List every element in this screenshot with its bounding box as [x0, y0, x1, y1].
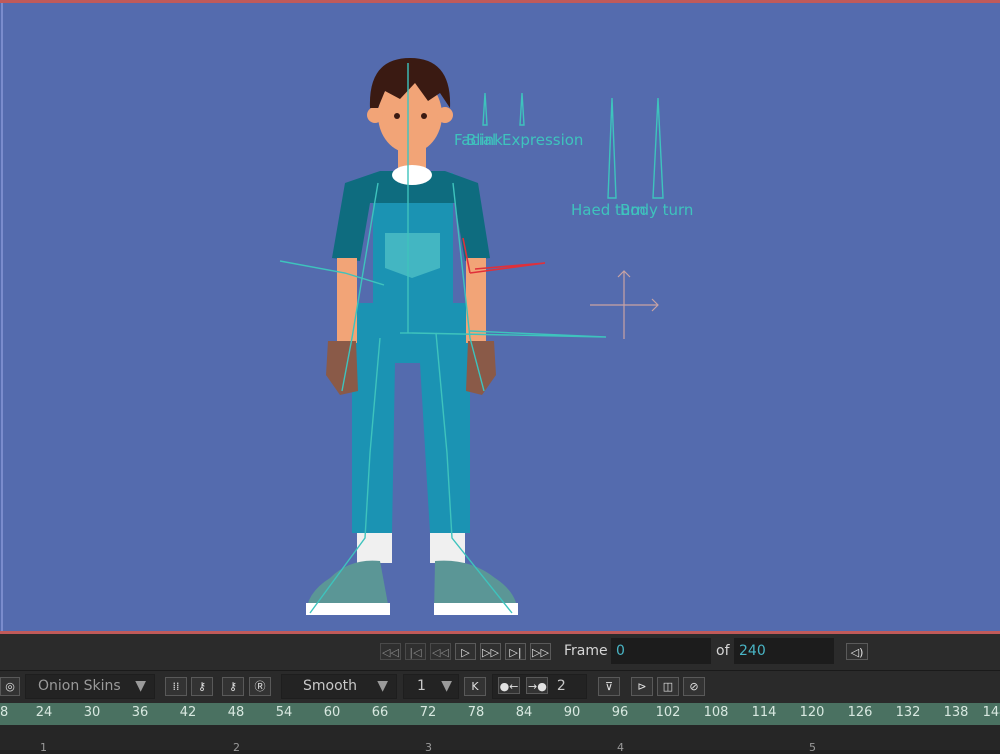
ruler-tick: 18 — [0, 705, 9, 720]
interp-count-value: 1 — [417, 678, 426, 694]
interpolation-dropdown[interactable]: Smooth ▼ — [281, 674, 397, 699]
key-icon[interactable]: ⚷ — [222, 677, 244, 696]
chevron-down-icon: ▼ — [377, 678, 388, 694]
ruler-tick: 120 — [799, 705, 825, 720]
ruler-tick: 138 — [943, 705, 969, 720]
ruler-tick: 114 — [751, 705, 777, 720]
key-step-control[interactable]: ●← →● 2 — [492, 674, 587, 699]
timeline-toolbar: ◎ Onion Skins ▼ ⁞⁞ ⚷ ⚷ Ⓡ Smooth ▼ 1 ▼ K … — [0, 671, 1000, 703]
ruler-tick: 72 — [419, 705, 437, 720]
character-scene — [279, 58, 664, 615]
chevron-down-icon: ▼ — [135, 678, 146, 694]
ruler-tick: 144 — [982, 705, 1000, 720]
ruler-tick: 60 — [323, 705, 341, 720]
delete-key-icon[interactable]: ⊘ — [683, 677, 705, 696]
speaker-icon[interactable]: ◁) — [846, 643, 868, 660]
frame-label: Frame — [564, 643, 608, 659]
total-frames-input[interactable]: 240 — [734, 638, 834, 664]
frame-ruler[interactable]: 18 24 30 36 42 48 54 60 66 72 78 84 90 9… — [0, 703, 1000, 725]
frame-input[interactable]: 0 — [611, 638, 711, 664]
camera-icon[interactable]: ◫ — [657, 677, 679, 696]
play-icon[interactable]: ▷ — [455, 643, 476, 660]
of-label: of — [716, 643, 730, 659]
ruler-tick: 78 — [467, 705, 485, 720]
bone-label-blink[interactable]: Blink — [466, 131, 503, 149]
step-back-key-icon[interactable]: |◁ — [405, 643, 426, 660]
ruler-tick: 108 — [703, 705, 729, 720]
keyframe-k-icon[interactable]: K — [464, 677, 486, 696]
ruler-tick: 84 — [515, 705, 533, 720]
bone-label-body-turn[interactable]: Body turn — [620, 201, 693, 219]
ruler-tick: 102 — [655, 705, 681, 720]
ruler-tick: 90 — [563, 705, 581, 720]
key-auto-icon[interactable]: ⚷ — [191, 677, 213, 696]
ruler-tick: 54 — [275, 705, 293, 720]
step-back-icon[interactable]: ◁◁ — [430, 643, 451, 660]
step-forward-icon[interactable]: ▷▷ — [480, 643, 501, 660]
second-marker: 2 — [233, 741, 240, 754]
transport-bar: ◁◁ |◁ ◁◁ ▷ ▷▷ ▷| ▷▷ Frame 0 of 240 ◁) — [0, 634, 1000, 671]
fast-forward-icon[interactable]: ▷▷ — [530, 643, 551, 660]
ruler-tick: 66 — [371, 705, 389, 720]
timeline-track-area[interactable]: 1 2 3 4 5 — [0, 725, 1000, 754]
bone-label-expression[interactable]: Expression — [502, 131, 583, 149]
insert-key-icon[interactable]: ⊽ — [598, 677, 620, 696]
reset-icon[interactable]: Ⓡ — [249, 677, 271, 696]
prev-key-icon[interactable]: ●← — [498, 677, 520, 694]
second-marker: 3 — [425, 741, 432, 754]
stage-canvas[interactable]: Facial Blink Expression Haed turn Body t… — [0, 0, 1000, 634]
onion-skin-icon[interactable]: ◎ — [0, 677, 20, 696]
interp-count-dropdown[interactable]: 1 ▼ — [403, 674, 459, 699]
next-key-icon[interactable]: →● — [526, 677, 549, 694]
ruler-tick: 36 — [131, 705, 149, 720]
bone-filter-icon[interactable]: ⊳ — [631, 677, 653, 696]
rewind-icon[interactable]: ◁◁ — [380, 643, 401, 660]
chevron-down-icon: ▼ — [441, 678, 452, 694]
keys-grid-icon[interactable]: ⁞⁞ — [165, 677, 187, 696]
ruler-tick: 30 — [83, 705, 101, 720]
ruler-tick: 132 — [895, 705, 921, 720]
ruler-tick: 96 — [611, 705, 629, 720]
key-count-value: 2 — [556, 678, 566, 694]
second-marker: 5 — [809, 741, 816, 754]
transform-gizmo — [590, 270, 659, 339]
step-forward-key-icon[interactable]: ▷| — [505, 643, 526, 660]
interpolation-label: Smooth — [303, 678, 358, 694]
second-marker: 1 — [40, 741, 47, 754]
second-marker: 4 — [617, 741, 624, 754]
onion-skins-label: Onion Skins — [38, 678, 121, 694]
ruler-tick: 42 — [179, 705, 197, 720]
ruler-tick: 24 — [35, 705, 53, 720]
ruler-tick: 126 — [847, 705, 873, 720]
ruler-tick: 48 — [227, 705, 245, 720]
onion-skins-dropdown[interactable]: Onion Skins ▼ — [25, 674, 155, 699]
